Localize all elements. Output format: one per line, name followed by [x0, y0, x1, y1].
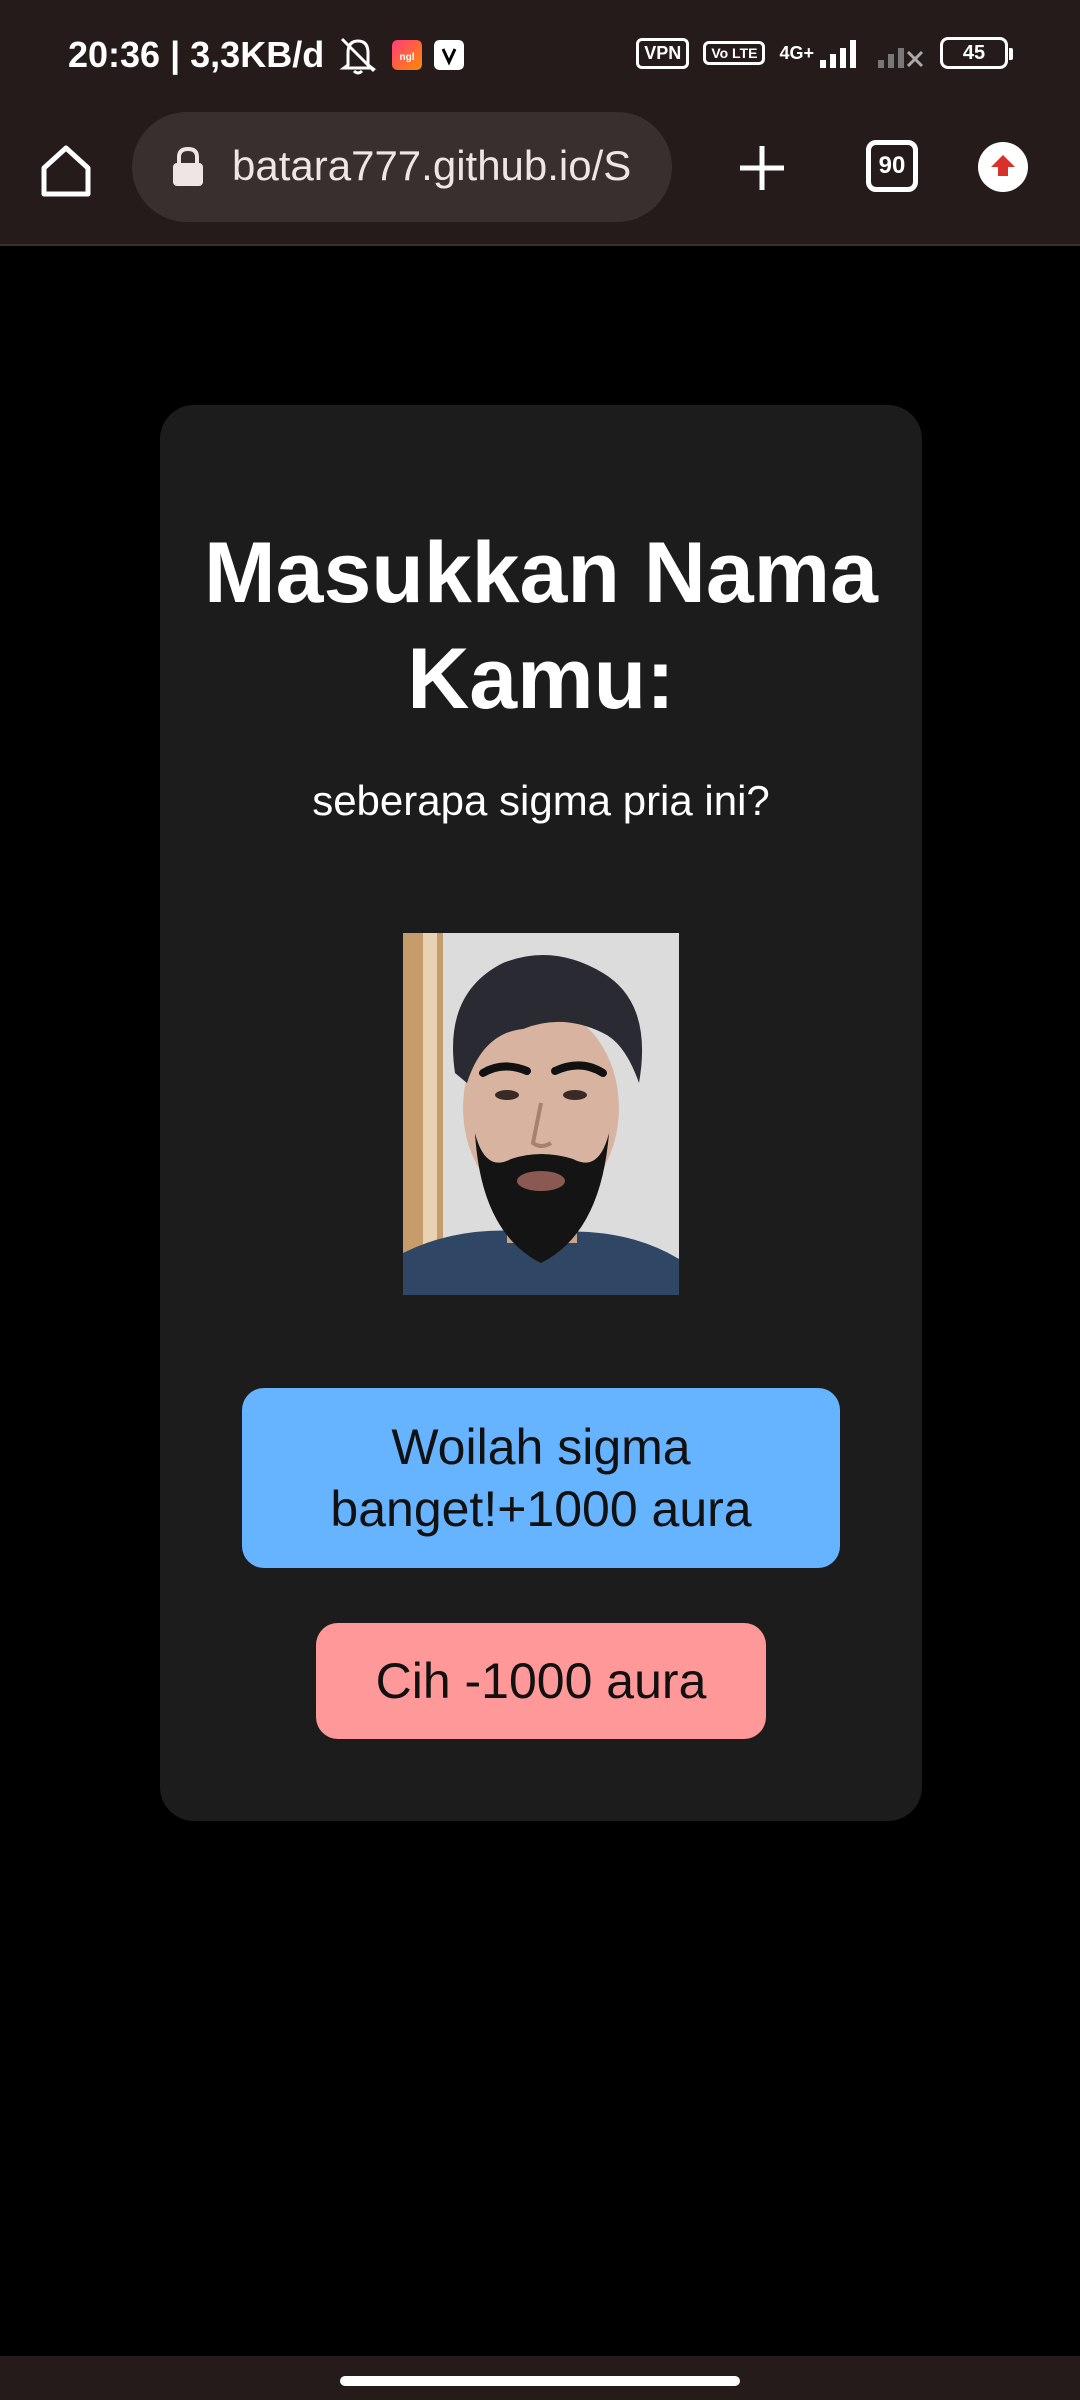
quiz-card: Masukkan Nama Kamu: seberapa sigma pria … [160, 405, 922, 1821]
mute-icon [339, 37, 377, 75]
vpn-badge: VPN [636, 37, 690, 69]
battery-icon: 45 [940, 37, 1013, 69]
sigma-button-label: Woilah sigma banget!+1000 aura [330, 1419, 752, 1537]
navigation-bar [0, 2356, 1080, 2400]
page-subtitle: seberapa sigma pria ini? [312, 777, 770, 824]
signal-icon [820, 40, 856, 68]
status-left: 20:36 | 3,3KB/d ngl [68, 34, 465, 76]
battery-level: 45 [962, 41, 986, 64]
network-type: 4G+ [779, 42, 814, 63]
page-title: Masukkan Nama Kamu: [204, 525, 878, 727]
notification-app-icon [434, 40, 465, 70]
status-bar: 20:36 | 3,3KB/d ngl VPN Vo LTE 4G+ 45 [0, 0, 1080, 110]
cih-button[interactable]: Cih -1000 aura [316, 1623, 766, 1739]
browser-toolbar: batara777.github.io/S 90 [0, 110, 1080, 246]
lock-icon [173, 146, 203, 186]
home-indicator[interactable] [340, 2376, 740, 2386]
volte-badge: Vo LTE [703, 41, 766, 65]
svg-text:ngl: ngl [400, 52, 415, 63]
cih-button-label: Cih -1000 aura [375, 1653, 707, 1709]
ngl-app-icon: ngl [392, 40, 423, 70]
signal-no-service-icon [878, 48, 924, 68]
status-time-speed: 20:36 | 3,3KB/d [68, 34, 325, 75]
person-photo [403, 933, 679, 1295]
update-button[interactable] [978, 142, 1028, 192]
status-right: VPN Vo LTE 4G+ 45 [636, 36, 1013, 70]
sigma-button[interactable]: Woilah sigma banget!+1000 aura [242, 1388, 840, 1568]
address-bar[interactable]: batara777.github.io/S [132, 112, 672, 222]
plus-icon[interactable] [730, 136, 794, 200]
url-text[interactable]: batara777.github.io/S [232, 142, 631, 190]
update-arrow-icon [991, 155, 1015, 176]
tab-count: 90 [878, 152, 906, 179]
tabs-icon[interactable]: 90 [866, 140, 918, 192]
home-icon[interactable] [34, 138, 98, 202]
